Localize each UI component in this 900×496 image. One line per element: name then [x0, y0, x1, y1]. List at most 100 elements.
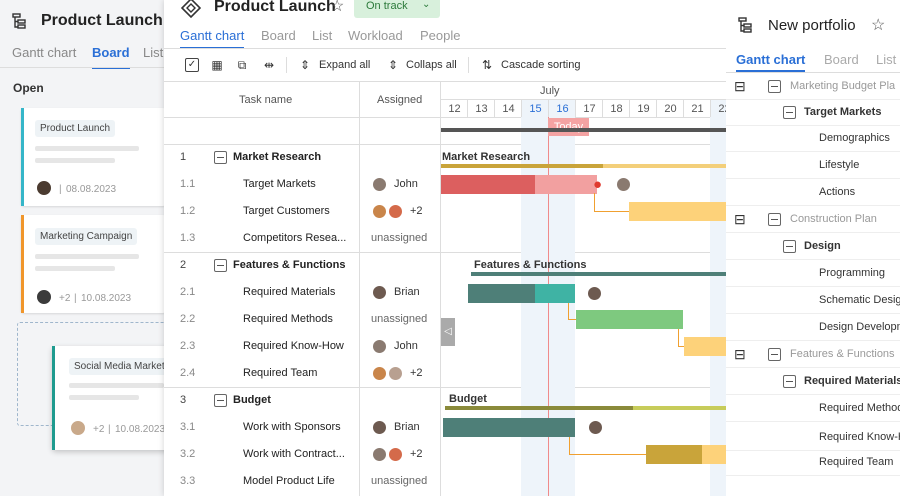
status-dropdown[interactable]: On track ⌄ [354, 0, 440, 18]
assignee[interactable]: John [394, 178, 418, 190]
day-divider [602, 100, 603, 117]
day-label: 15 [529, 103, 542, 115]
task-name[interactable]: Model Product Life [243, 475, 335, 487]
assignee[interactable]: +2 [410, 367, 423, 379]
portfolio-row[interactable]: ⊟ Construction Plan [726, 206, 900, 233]
portfolio-row[interactable]: Required Methods [726, 395, 900, 422]
tab-board[interactable]: Board [92, 45, 130, 69]
collapse-toggle[interactable] [214, 151, 227, 164]
col-header-task[interactable]: Task name [239, 94, 292, 106]
assignee[interactable]: unassigned [371, 313, 427, 325]
collapse-toggle[interactable] [768, 80, 781, 93]
task-name[interactable]: Required Methods [243, 313, 333, 325]
collapse-toggle[interactable] [783, 106, 796, 119]
hierarchy-icon[interactable]: ⧉ [235, 58, 249, 72]
tab-list[interactable]: List [143, 45, 163, 60]
tab-workload[interactable]: Workload [348, 28, 403, 43]
portfolio-row[interactable]: Actions [726, 179, 900, 206]
task-name[interactable]: Competitors Resea... [243, 232, 346, 244]
project-title: Product Launch [214, 0, 336, 15]
collapse-all-button[interactable]: Collaps all [406, 59, 457, 71]
task-bar-required-know-how[interactable] [684, 337, 726, 356]
task-card-dragging[interactable]: Social Media Market +2 | 10.08.2023 [52, 346, 178, 450]
task-name[interactable]: Target Customers [243, 205, 330, 217]
tab-gantt[interactable]: Gantt chart [12, 45, 76, 60]
col-header-assigned[interactable]: Assigned [377, 94, 422, 106]
portfolio-row[interactable]: Lifestyle [726, 152, 900, 179]
portfolio-row[interactable]: Demographics [726, 125, 900, 152]
portfolio-row[interactable]: Required Materials [726, 368, 900, 395]
assignee[interactable]: Brian [394, 421, 420, 433]
calendar-icon[interactable]: ▦ [210, 58, 224, 72]
portfolio-row[interactable]: Design [726, 233, 900, 260]
tab-gantt-chart[interactable]: Gantt chart [736, 52, 806, 72]
group-bar-features[interactable] [471, 272, 726, 276]
task-bar-required-materials[interactable] [468, 284, 535, 303]
portfolio-row-label: Target Markets [804, 106, 882, 118]
assignee[interactable]: John [394, 340, 418, 352]
task-name[interactable]: Required Materials [243, 286, 335, 298]
task-card[interactable]: Marketing Campaign +2 | 10.08.2023 [21, 215, 166, 313]
expand-icon[interactable]: ⇕ [298, 58, 312, 72]
sort-icon[interactable]: ⇅ [480, 58, 494, 72]
star-icon[interactable]: ☆ [871, 15, 885, 35]
collapse-toggle[interactable] [783, 375, 796, 388]
tab-board[interactable]: Board [261, 28, 296, 43]
task-bar-work-with-contractors[interactable] [646, 445, 702, 464]
task-row[interactable]: 1.3 Competitors Resea... unassigned [164, 225, 726, 252]
expand-all-button[interactable]: Expand all [319, 59, 370, 71]
task-name[interactable]: Required Team [243, 367, 317, 379]
task-bar-required-methods[interactable] [576, 310, 683, 329]
assignee[interactable]: +2 [410, 448, 423, 460]
collapse-toggle[interactable] [768, 213, 781, 226]
checkbox-icon[interactable]: ✓ [185, 58, 199, 72]
portfolio-row[interactable]: ⊟ Features & Functions [726, 341, 900, 368]
task-row[interactable]: 3.3 Model Product Life unassigned [164, 468, 726, 495]
task-bar-work-with-sponsors[interactable] [443, 418, 575, 437]
assignee[interactable]: unassigned [371, 475, 427, 487]
task-bar-target-markets[interactable] [441, 175, 535, 194]
collapse-panel-handle[interactable]: ◁ [441, 318, 455, 346]
task-name[interactable]: Target Markets [243, 178, 316, 190]
avatar [388, 366, 403, 381]
portfolio-row[interactable]: Schematic Design [726, 287, 900, 314]
portfolio-row[interactable]: Required Know-How [726, 424, 900, 451]
task-row[interactable]: 2.4 Required Team +2 [164, 360, 726, 387]
tab-gantt-chart[interactable]: Gantt chart [180, 28, 245, 49]
task-name[interactable]: Required Know-How [243, 340, 344, 352]
task-name[interactable]: Features & Functions [233, 259, 345, 271]
group-bar-budget[interactable] [445, 406, 633, 410]
day-divider [710, 100, 711, 117]
collapse-toggle[interactable] [768, 348, 781, 361]
collapse-toggle[interactable] [214, 259, 227, 272]
portfolio-row[interactable]: Required Team [726, 449, 900, 476]
assignee[interactable]: Brian [394, 286, 420, 298]
assignee[interactable]: +2 [410, 205, 423, 217]
task-name[interactable]: Work with Sponsors [243, 421, 341, 433]
collapse-icon[interactable]: ⇕ [386, 58, 400, 72]
portfolio-row[interactable]: Design Developme [726, 314, 900, 341]
split-icon[interactable]: ⇹ [262, 58, 276, 72]
portfolio-row[interactable]: ⊟ Marketing Budget Pla [726, 73, 900, 100]
assignee[interactable]: unassigned [371, 232, 427, 244]
task-name[interactable]: Work with Contract... [243, 448, 345, 460]
cascade-sorting-button[interactable]: Cascade sorting [501, 59, 581, 71]
task-card[interactable]: Product Launch | 08.08.2023 [21, 108, 166, 206]
day-label: 16 [556, 103, 569, 115]
task-name[interactable]: Market Research [233, 151, 321, 163]
group-bar-market-research[interactable] [441, 164, 603, 168]
task-name[interactable]: Budget [233, 394, 271, 406]
tab-people[interactable]: People [420, 28, 460, 43]
portfolio-row[interactable]: Target Markets [726, 99, 900, 126]
portfolio-row[interactable]: Programming [726, 260, 900, 287]
task-bar-target-customers[interactable] [629, 202, 726, 221]
tab-list[interactable]: List [876, 52, 896, 67]
collapse-toggle[interactable] [214, 394, 227, 407]
star-icon[interactable]: ☆ [330, 0, 344, 16]
tab-list[interactable]: List [312, 28, 332, 43]
collapse-toggle[interactable] [783, 240, 796, 253]
task-row[interactable]: 2.1 Required Materials Brian [164, 279, 726, 306]
diamond-logo-icon [181, 0, 201, 18]
project-title: Product Launch [41, 12, 163, 29]
tab-board[interactable]: Board [824, 52, 859, 67]
